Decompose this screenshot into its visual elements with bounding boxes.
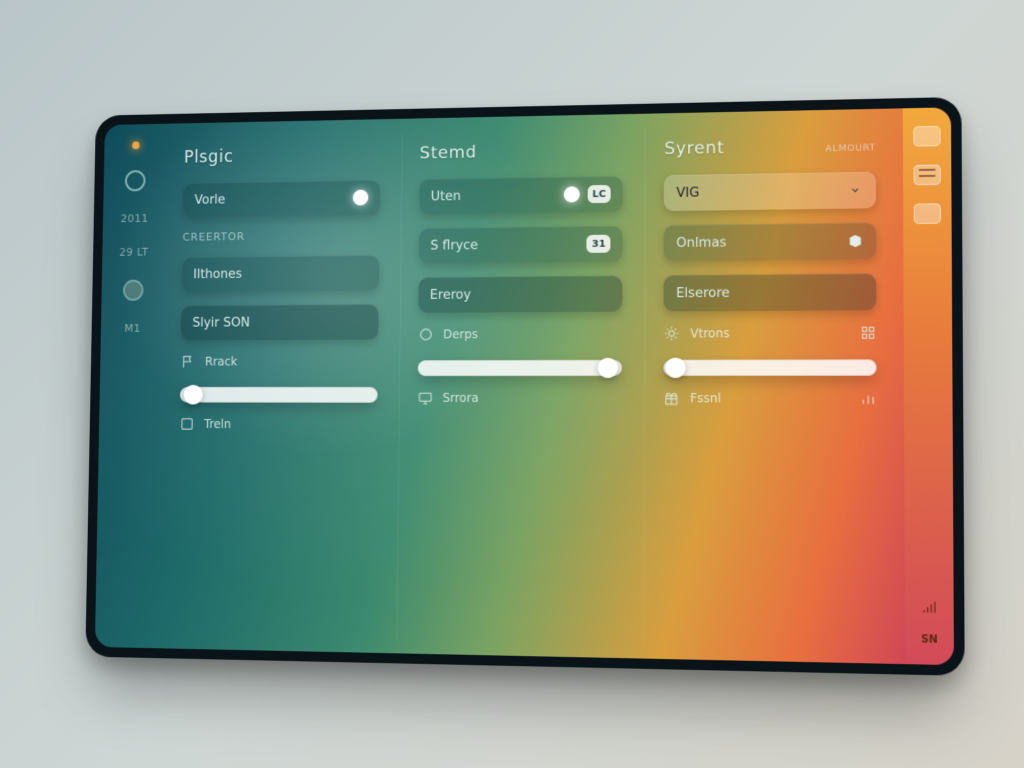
rail-label-1: 2011 (120, 212, 148, 225)
row-elserore[interactable]: Elserore (664, 273, 877, 311)
rail-label-3: M1 (124, 322, 141, 335)
footer-label: Rrack (205, 355, 238, 369)
menu-icon[interactable] (913, 165, 940, 186)
row-vorle[interactable]: Vorle (183, 180, 380, 218)
bars-icon[interactable] (860, 390, 877, 406)
badge: LC (587, 185, 611, 203)
footer-label: Vtrons (690, 326, 730, 340)
slider-knob[interactable] (666, 358, 686, 378)
row-label: S flryce (430, 238, 478, 253)
tablet-device: 2011 29 LT M1 Plsgic Vorle Creertor Ilth… (85, 97, 964, 676)
slider-3[interactable] (664, 359, 877, 376)
screen: 2011 29 LT M1 Plsgic Vorle Creertor Ilth… (95, 107, 954, 665)
row-ilthones[interactable]: Ilthones (182, 255, 379, 292)
slider-knob[interactable] (598, 358, 618, 378)
gift-icon (664, 390, 680, 406)
signal-icon (921, 599, 938, 616)
footer-label: Treln (204, 417, 231, 431)
status-led-icon (132, 141, 140, 149)
row-label: Vorle (194, 192, 225, 207)
circle-icon (418, 327, 434, 343)
rail-ring-solid-icon[interactable] (123, 280, 144, 301)
square-icon (179, 416, 194, 432)
footer-label: Fssnl (690, 391, 721, 405)
column-syrent: Syrent ALMOURT VIG Onlmas Elserore Vtron… (644, 123, 897, 650)
column-title: Plsgic (184, 145, 380, 168)
flag-icon (180, 354, 195, 370)
row-vig[interactable]: VIG (664, 172, 876, 211)
monitor-icon (417, 390, 433, 406)
row-creertor: Creertor (183, 229, 380, 244)
column-title: Stemd (420, 140, 624, 163)
strip-tag: SN (921, 634, 938, 646)
right-strip: SN (903, 107, 954, 665)
footer-label: Derps (443, 327, 478, 341)
row-label: Ereroy (430, 287, 471, 302)
row-uten[interactable]: Uten LC (419, 176, 623, 215)
row-ereroy[interactable]: Ereroy (418, 276, 623, 313)
row-onlmas[interactable]: Onlmas (664, 222, 876, 261)
row-label: Slyir SON (192, 315, 250, 330)
row-label: Uten (431, 189, 461, 204)
row-sflryce[interactable]: S flryce 31 (419, 226, 623, 264)
strip-chip-1[interactable] (913, 126, 940, 147)
column-title: Syrent (664, 138, 724, 159)
row-label: Elserore (676, 285, 730, 300)
footer-srrora[interactable]: Srrora (417, 390, 622, 406)
footer-derps[interactable]: Derps (418, 326, 623, 343)
slider-1[interactable] (180, 387, 378, 403)
footer-vtrons[interactable]: Vtrons (664, 325, 877, 342)
row-slyirson[interactable]: Slyir SON (181, 304, 378, 340)
footer-treln[interactable]: Treln (179, 416, 377, 432)
rail-label-2: 29 LT (119, 246, 149, 259)
badge: 31 (587, 235, 611, 253)
row-label: Ilthones (193, 267, 242, 282)
column-stemd: Stemd Uten LC S flryce 31 Ereroy (396, 128, 641, 644)
row-label: VIG (676, 185, 699, 200)
strip-chip-2[interactable] (914, 203, 941, 224)
chevron-icon (847, 182, 864, 198)
rail-ring-icon[interactable] (125, 170, 146, 191)
footer-label: Srrora (443, 391, 479, 405)
column-meta: ALMOURT (825, 143, 876, 154)
grid-icon[interactable] (860, 325, 877, 341)
toggle-dot-icon[interactable] (563, 186, 579, 202)
footer-fssnl[interactable]: Fssnl (664, 390, 877, 407)
column-plsgic: Plsgic Vorle Creertor Ilthones Slyir SON… (159, 133, 398, 640)
sun-icon (664, 325, 680, 341)
slider-2[interactable] (417, 360, 622, 376)
slider-knob[interactable] (184, 385, 203, 405)
left-rail: 2011 29 LT M1 (95, 124, 168, 649)
cube-icon (847, 233, 864, 249)
columns: Plsgic Vorle Creertor Ilthones Slyir SON… (159, 108, 905, 664)
row-label: Onlmas (676, 235, 726, 251)
footer-rrack[interactable]: Rrack (180, 353, 377, 369)
toggle-dot-icon[interactable] (352, 190, 368, 206)
